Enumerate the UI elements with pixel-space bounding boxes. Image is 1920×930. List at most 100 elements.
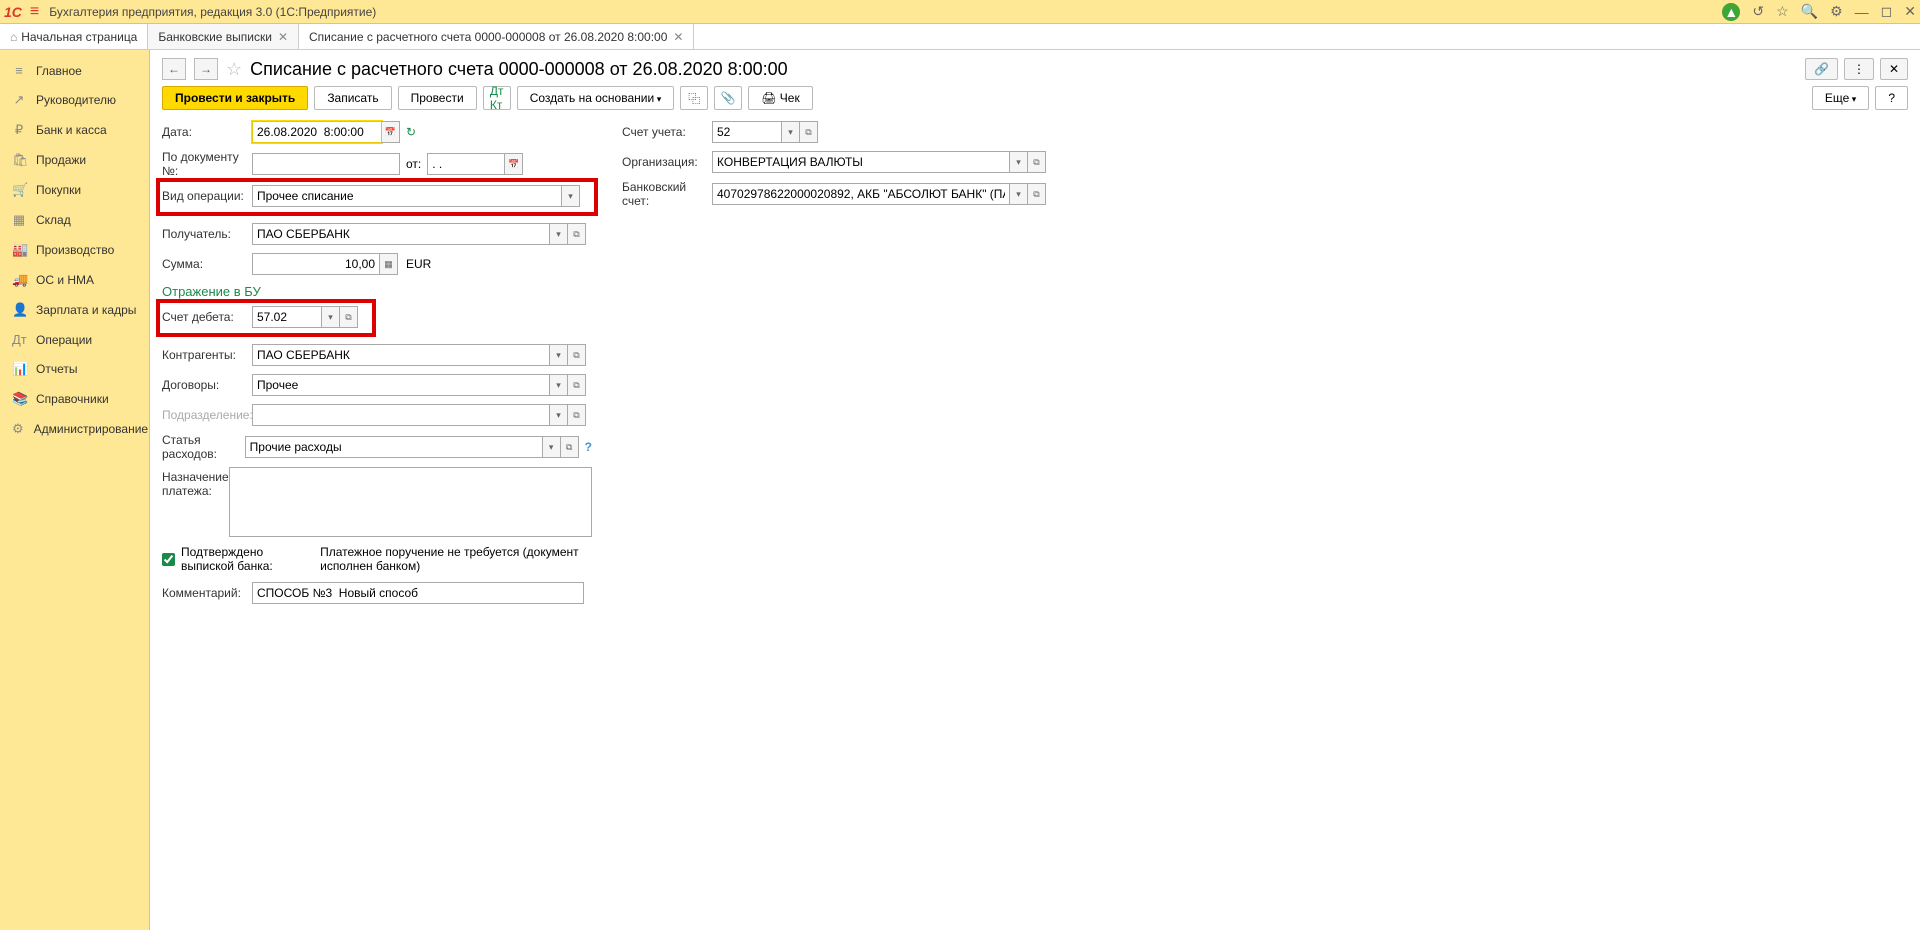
contracts-input[interactable]	[252, 374, 550, 396]
currency-label: EUR	[406, 257, 431, 271]
bankacc-input[interactable]	[712, 183, 1010, 205]
open-icon[interactable]: ⧉	[340, 306, 358, 328]
org-input[interactable]	[712, 151, 1010, 173]
from-date-input[interactable]	[427, 153, 505, 175]
check-button[interactable]: 🖨 Чек	[748, 86, 813, 110]
toolbar: Провести и закрыть Записать Провести ДтК…	[162, 86, 1908, 110]
logo-1c: 1С	[4, 4, 22, 20]
open-icon[interactable]: ⧉	[568, 404, 586, 426]
search-icon[interactable]: 🔍	[1801, 3, 1818, 20]
subdivision-input[interactable]	[252, 404, 550, 426]
comment-label: Комментарий:	[162, 586, 252, 600]
chevron-down-icon[interactable]: ▾	[550, 374, 568, 396]
date-label: Дата:	[162, 125, 252, 139]
save-button[interactable]: Записать	[314, 86, 391, 110]
home-icon: ⌂	[10, 30, 17, 44]
menu-icon[interactable]: ≡	[30, 3, 39, 21]
post-button[interactable]: Провести	[398, 86, 477, 110]
sidebar-item-bank[interactable]: ₽Банк и касса	[0, 115, 149, 145]
favorite-icon[interactable]: ☆	[226, 59, 242, 80]
account-input[interactable]	[712, 121, 782, 143]
forward-button[interactable]: →	[194, 58, 218, 80]
open-icon[interactable]: ⧉	[561, 436, 579, 458]
tab-withdrawal[interactable]: Списание с расчетного счета 0000-000008 …	[299, 24, 694, 49]
tab-close-icon[interactable]: ✕	[673, 30, 683, 44]
amount-input[interactable]	[252, 253, 380, 275]
bankacc-label: Банковский счет:	[622, 180, 712, 208]
tab-close-icon[interactable]: ✕	[278, 30, 288, 44]
debit-label: Счет дебета:	[162, 310, 252, 324]
expense-input[interactable]	[245, 436, 543, 458]
tree-icon[interactable]: ⿻	[680, 86, 708, 110]
open-icon[interactable]: ⧉	[568, 374, 586, 396]
sidebar-item-assets[interactable]: 🚚ОС и НМА	[0, 265, 149, 295]
refresh-icon[interactable]: ↻	[406, 125, 416, 139]
calc-icon[interactable]: ▦	[380, 253, 398, 275]
post-close-button[interactable]: Провести и закрыть	[162, 86, 308, 110]
open-icon[interactable]: ⧉	[568, 344, 586, 366]
tab-bank-statements[interactable]: Банковские выписки ✕	[148, 24, 299, 49]
chevron-down-icon[interactable]: ▾	[543, 436, 561, 458]
tab-label: Списание с расчетного счета 0000-000008 …	[309, 30, 667, 44]
open-icon[interactable]: ⧉	[568, 223, 586, 245]
history-icon[interactable]: ↺	[1752, 3, 1764, 20]
sidebar-item-operations[interactable]: ДтОперации	[0, 325, 149, 354]
sidebar-item-admin[interactable]: ⚙ Администрирование	[0, 414, 149, 444]
highlight-debit: Счет дебета: ▾ ⧉	[156, 299, 376, 337]
sidebar-item-payroll[interactable]: 👤Зарплата и кадры	[0, 295, 149, 325]
sidebar-item-purchases[interactable]: 🛒Покупки	[0, 175, 149, 205]
gear-icon: ⚙	[12, 421, 24, 437]
sidebar-item-sales[interactable]: 🛍Продажи	[0, 145, 149, 175]
help-button[interactable]: ?	[1875, 86, 1908, 110]
counterparties-input[interactable]	[252, 344, 550, 366]
open-icon[interactable]: ⧉	[1028, 151, 1046, 173]
sidebar-item-catalogs[interactable]: 📚Справочники	[0, 384, 149, 414]
docnum-label: По документу №:	[162, 150, 252, 178]
notification-icon[interactable]: ▲	[1722, 3, 1740, 21]
chevron-down-icon[interactable]: ▾	[1010, 183, 1028, 205]
chevron-down-icon[interactable]: ▾	[562, 185, 580, 207]
open-icon[interactable]: ⧉	[800, 121, 818, 143]
more-icon[interactable]: ⋮	[1844, 58, 1874, 80]
purpose-textarea[interactable]	[229, 467, 592, 537]
open-icon[interactable]: ⧉	[1028, 183, 1046, 205]
chevron-down-icon[interactable]: ▾	[550, 223, 568, 245]
help-link[interactable]: ?	[585, 440, 592, 454]
calendar-icon[interactable]: 📅	[505, 153, 523, 175]
sidebar-item-production[interactable]: 🏭Производство	[0, 235, 149, 265]
confirmed-checkbox[interactable]	[162, 553, 175, 566]
chevron-down-icon[interactable]: ▾	[550, 404, 568, 426]
date-input[interactable]	[252, 121, 382, 143]
docnum-input[interactable]	[252, 153, 400, 175]
attach-icon[interactable]: 📎	[714, 86, 742, 110]
dtkt-icon[interactable]: ДтКт	[483, 86, 511, 110]
sidebar-item-main[interactable]: ≡Главное	[0, 56, 149, 85]
settings-icon[interactable]: ⚙	[1830, 3, 1843, 20]
optype-input[interactable]	[252, 185, 562, 207]
chevron-down-icon[interactable]: ▾	[550, 344, 568, 366]
tab-home[interactable]: ⌂ Начальная страница	[0, 24, 148, 49]
sidebar-item-warehouse[interactable]: ▦Склад	[0, 205, 149, 235]
books-icon: 📚	[12, 391, 26, 407]
sidebar-label: Администрирование	[34, 422, 148, 436]
maximize-icon[interactable]: ◻	[1881, 3, 1893, 20]
chevron-down-icon[interactable]: ▾	[1010, 151, 1028, 173]
link-icon[interactable]: 🔗	[1805, 58, 1838, 80]
sidebar-item-manager[interactable]: ↗Руководителю	[0, 85, 149, 115]
recipient-input[interactable]	[252, 223, 550, 245]
back-button[interactable]: ←	[162, 58, 186, 80]
close-doc-icon[interactable]: ✕	[1880, 58, 1908, 80]
sidebar-item-reports[interactable]: 📊Отчеты	[0, 354, 149, 384]
debit-input[interactable]	[252, 306, 322, 328]
more-button[interactable]: Еще	[1812, 86, 1869, 110]
star-icon[interactable]: ☆	[1776, 3, 1789, 20]
create-based-button[interactable]: Создать на основании	[517, 86, 675, 110]
chevron-down-icon[interactable]: ▾	[782, 121, 800, 143]
chevron-down-icon[interactable]: ▾	[322, 306, 340, 328]
comment-input[interactable]	[252, 582, 584, 604]
minimize-icon[interactable]: —	[1855, 4, 1869, 20]
account-label: Счет учета:	[622, 125, 712, 139]
close-icon[interactable]: ✕	[1904, 3, 1916, 20]
from-label: от:	[406, 157, 421, 171]
calendar-icon[interactable]: 📅	[382, 121, 400, 143]
